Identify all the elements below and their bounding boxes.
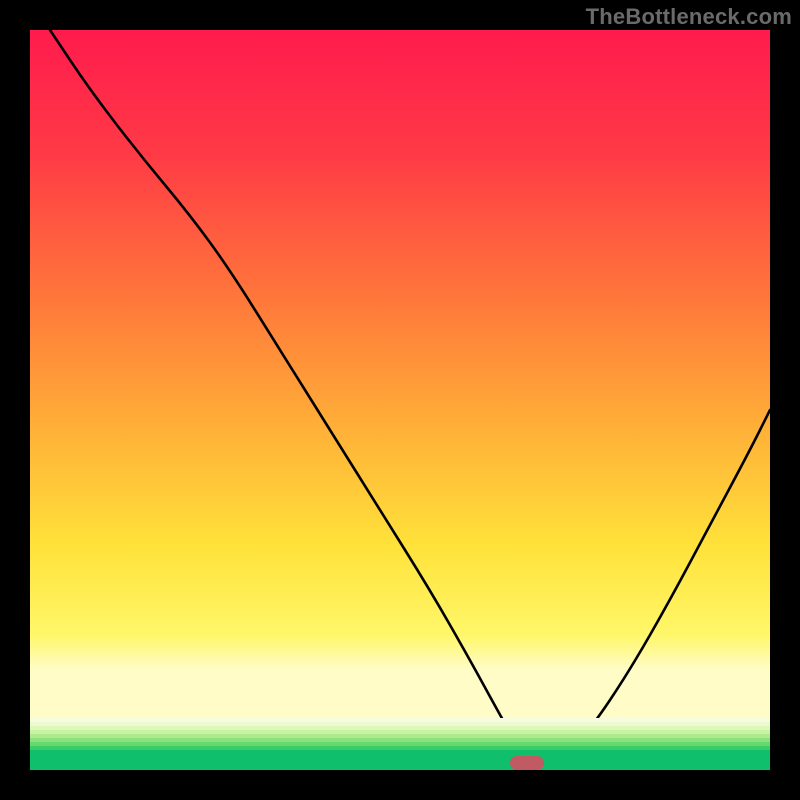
gradient-background — [30, 30, 770, 718]
plot-svg — [30, 30, 770, 770]
plot-area — [30, 30, 770, 770]
chart-frame: TheBottleneck.com — [0, 0, 800, 800]
watermark-text: TheBottleneck.com — [586, 4, 792, 30]
optimal-marker — [510, 756, 544, 770]
green-band-base — [30, 750, 770, 770]
